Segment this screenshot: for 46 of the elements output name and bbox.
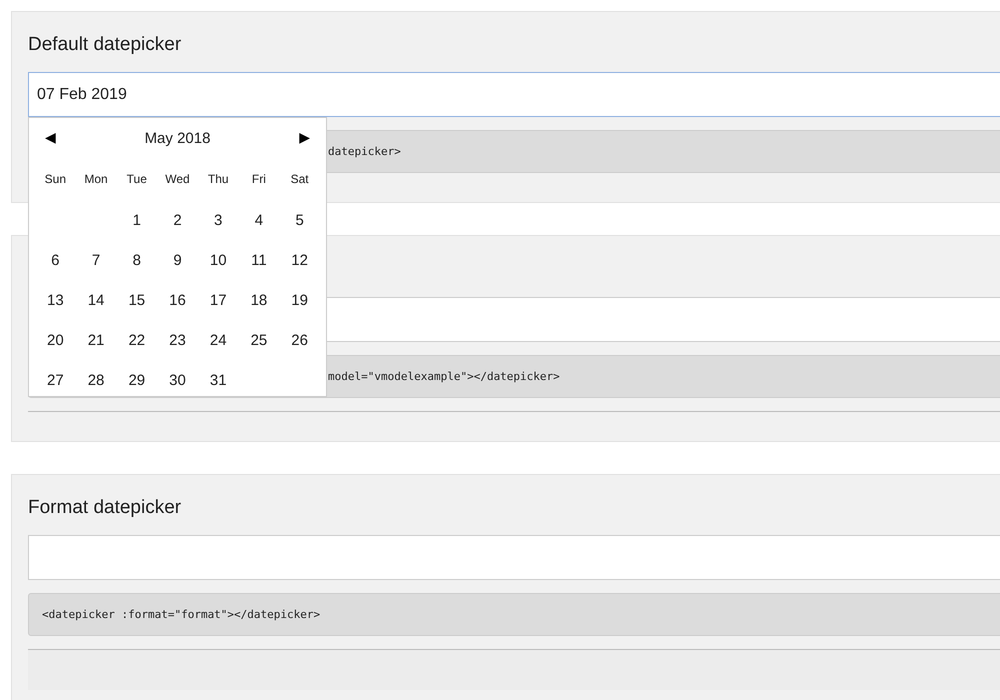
weekday-label: Thu <box>208 172 229 186</box>
date-input-field[interactable] <box>28 535 1000 580</box>
weekday-label: Wed <box>165 172 190 186</box>
calendar-day[interactable]: 23 <box>169 332 186 348</box>
calendar-day[interactable]: 8 <box>132 252 141 268</box>
calendar-day[interactable]: 4 <box>254 212 264 228</box>
calendar-day[interactable]: 11 <box>251 252 267 268</box>
weekday-label: Sun <box>44 172 66 186</box>
calendar-day[interactable]: 13 <box>47 292 64 308</box>
calendar-day[interactable]: 12 <box>291 252 308 268</box>
calendar-day[interactable]: 21 <box>88 332 104 348</box>
calendar-day[interactable]: 28 <box>88 372 104 388</box>
calendar-day[interactable]: 3 <box>214 212 222 228</box>
section-title: Format datepicker <box>28 496 182 520</box>
calendar-day[interactable]: 10 <box>210 252 227 268</box>
calendar-day[interactable]: 17 <box>210 292 227 308</box>
calendar-day[interactable]: 26 <box>291 332 308 348</box>
weekday-label: Fri <box>252 172 266 186</box>
calendar-day[interactable]: 19 <box>291 292 308 308</box>
calendar-day[interactable]: 16 <box>169 292 186 308</box>
code-block: <datepicker :format="format"></datepicker> <box>28 593 1000 636</box>
weekday-label: Tue <box>126 172 147 186</box>
calendar-day[interactable]: 24 <box>210 332 227 348</box>
date-input-field[interactable]: 07 Feb 2019 <box>28 72 1000 117</box>
month-title: May 2018 <box>144 130 210 146</box>
calendar-day[interactable]: 18 <box>250 292 268 308</box>
calendar-day[interactable]: 31 <box>210 372 227 388</box>
calendar-day[interactable]: 7 <box>92 252 100 268</box>
calendar-day[interactable]: 5 <box>295 212 304 228</box>
calendar-day[interactable]: 25 <box>250 332 268 348</box>
calendar-day[interactable]: 20 <box>47 332 64 348</box>
calendar-day[interactable]: 14 <box>88 292 104 308</box>
weekday-label: Mon <box>84 172 108 186</box>
calendar-day[interactable]: 29 <box>128 372 146 388</box>
calendar-day[interactable]: 6 <box>51 252 60 268</box>
calendar-day[interactable]: 30 <box>169 372 186 388</box>
calendar-day[interactable]: 15 <box>128 292 146 308</box>
calendar-day[interactable]: 22 <box>128 332 146 348</box>
calendar-day[interactable]: 27 <box>47 372 64 388</box>
previous-month-button[interactable]: ◀ <box>41 130 60 146</box>
next-month-button[interactable]: ▶ <box>295 130 314 146</box>
weekday-label: Sat <box>290 172 309 186</box>
calendar-day[interactable]: 9 <box>173 252 182 268</box>
calendar-day[interactable]: 2 <box>173 212 182 228</box>
calendar-day[interactable]: 1 <box>132 212 141 228</box>
section-title: Default datepicker <box>28 33 182 57</box>
